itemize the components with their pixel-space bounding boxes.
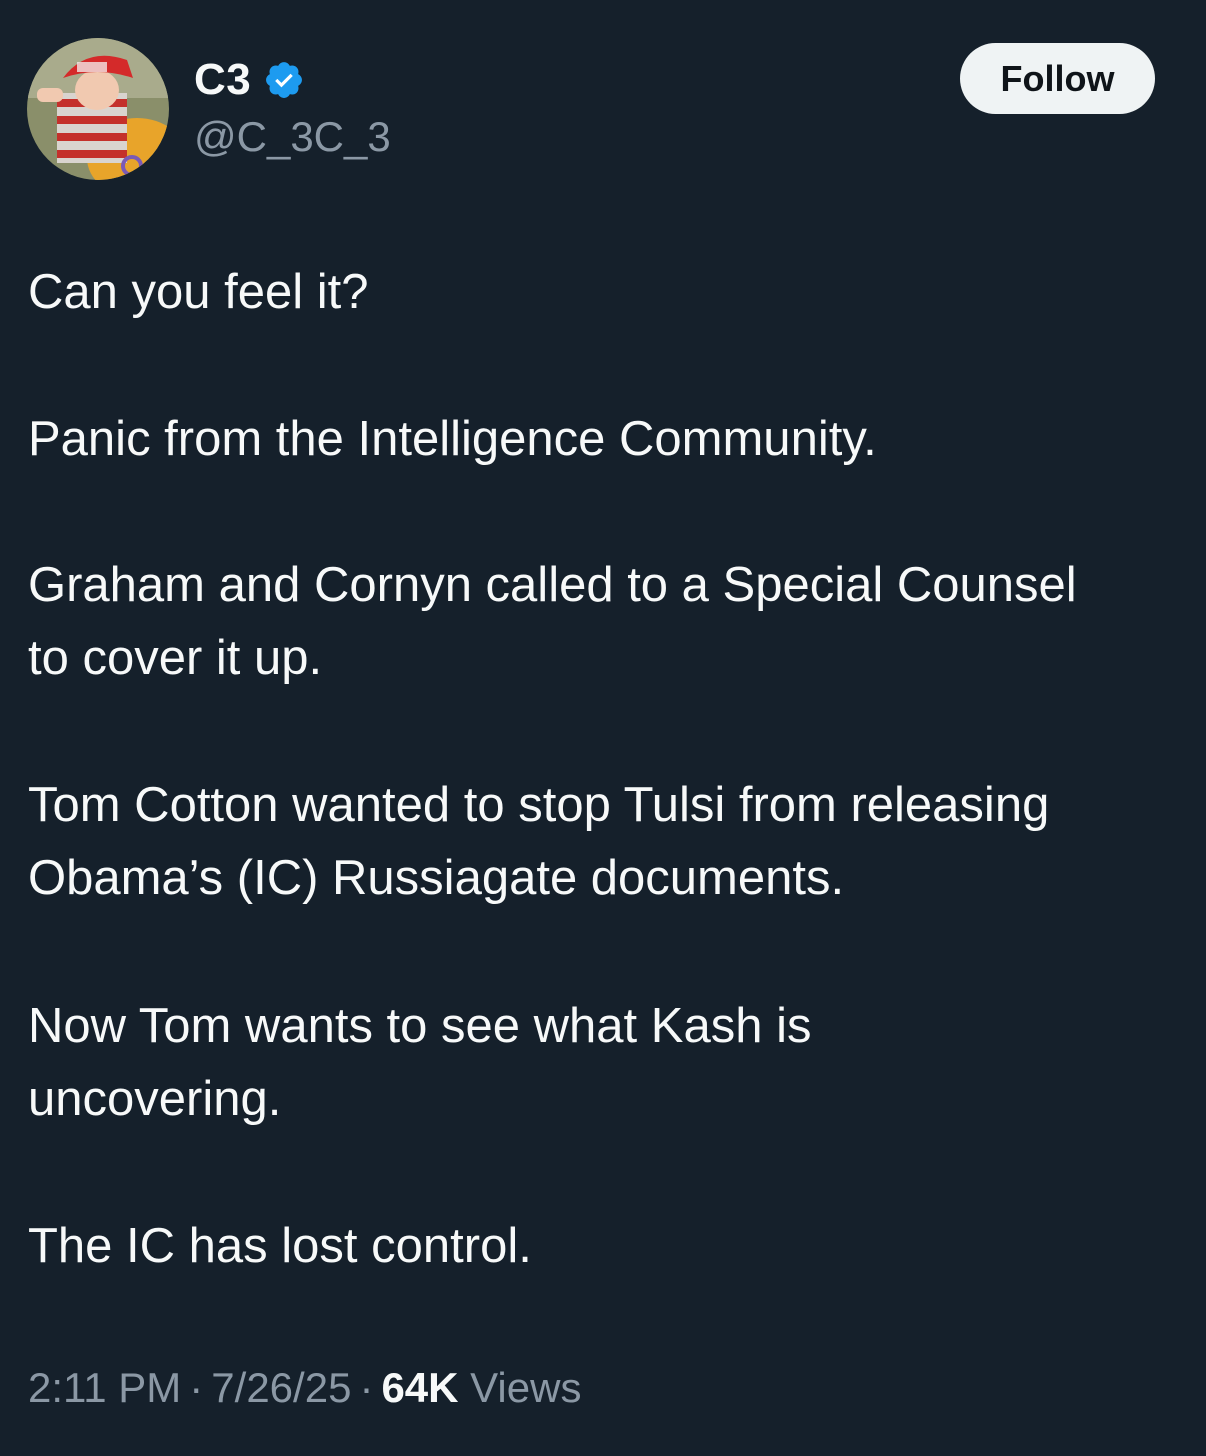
tweet-meta: 2:11 PM · 7/26/25 · 64K Views [28,1360,581,1416]
tweet-paragraph: Graham and Cornyn called to a Special Co… [28,549,1188,695]
tweet-text-line: Tom Cotton wanted to stop Tulsi from rel… [28,778,1050,832]
tweet-paragraph: Now Tom wants to see what Kash is uncove… [28,990,1188,1136]
author-name-row: C3 [194,52,305,108]
views-label: Views [470,1364,582,1411]
tweet-paragraph: The IC has lost control. [28,1210,1188,1283]
tweet-text-line: Panic from the Intelligence Community. [28,412,877,466]
tweet-text-line: Now Tom wants to see what Kash is [28,999,812,1053]
author-avatar[interactable] [27,38,169,180]
meta-separator: · [359,1364,374,1411]
tweet-text-line: uncovering. [28,1072,282,1126]
tweet-text-line: Obama’s (IC) Russiagate documents. [28,851,845,905]
tweet-card: C3 @C_3C_3 Follow Can you feel it? Panic… [0,0,1206,1456]
meta-separator: · [189,1364,204,1411]
follow-button[interactable]: Follow [960,43,1155,114]
tweet-paragraph: Tom Cotton wanted to stop Tulsi from rel… [28,769,1188,915]
views-count[interactable]: 64K [381,1364,458,1411]
author-display-name[interactable]: C3 [194,58,251,102]
tweet-paragraph: Can you feel it? [28,256,1188,329]
tweet-text-line: to cover it up. [28,631,323,685]
tweet-date[interactable]: 7/26/25 [211,1364,351,1411]
author-handle[interactable]: @C_3C_3 [194,113,391,160]
tweet-text-line: Graham and Cornyn called to a Special Co… [28,558,1077,612]
tweet-text-line: Can you feel it? [28,265,369,319]
tweet-text-line: The IC has lost control. [28,1219,532,1273]
avatar-image [27,38,169,180]
tweet-paragraph: Panic from the Intelligence Community. [28,403,1188,476]
tweet-time[interactable]: 2:11 PM [28,1364,181,1411]
verified-badge-icon[interactable] [263,59,305,101]
